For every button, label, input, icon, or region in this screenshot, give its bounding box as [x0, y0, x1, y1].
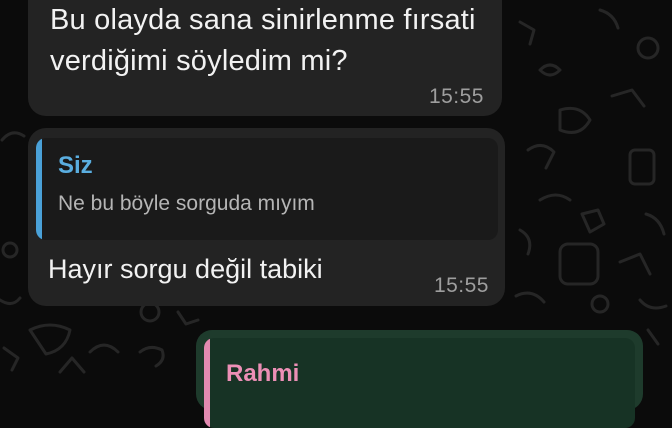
message-text: Hayır sorgu değil tabiki	[48, 254, 323, 284]
reply-quote-author: Siz	[58, 152, 93, 179]
message-bubble-incoming[interactable]: Siz Ne bu böyle sorguda mıyım Hayır sorg…	[28, 128, 505, 306]
reply-quote-text: Ne bu böyle sorguda mıyım	[58, 192, 315, 215]
message-timestamp: 15:55	[428, 85, 484, 108]
reply-quote-accent-bar	[36, 138, 42, 240]
message-bubble-outgoing[interactable]: Rahmi	[196, 330, 643, 428]
reply-quote[interactable]: Rahmi	[204, 338, 635, 428]
message-bubble-incoming[interactable]: Bu olayda sana sinirlenme fırsati verdiğ…	[28, 0, 502, 116]
reply-quote[interactable]: Siz Ne bu böyle sorguda mıyım	[36, 138, 498, 240]
message-timestamp: 15:55	[433, 274, 489, 297]
reply-quote-author: Rahmi	[226, 360, 300, 387]
reply-quote-accent-bar	[204, 338, 210, 428]
message-text: Bu olayda sana sinirlenme fırsati verdiğ…	[50, 4, 476, 77]
